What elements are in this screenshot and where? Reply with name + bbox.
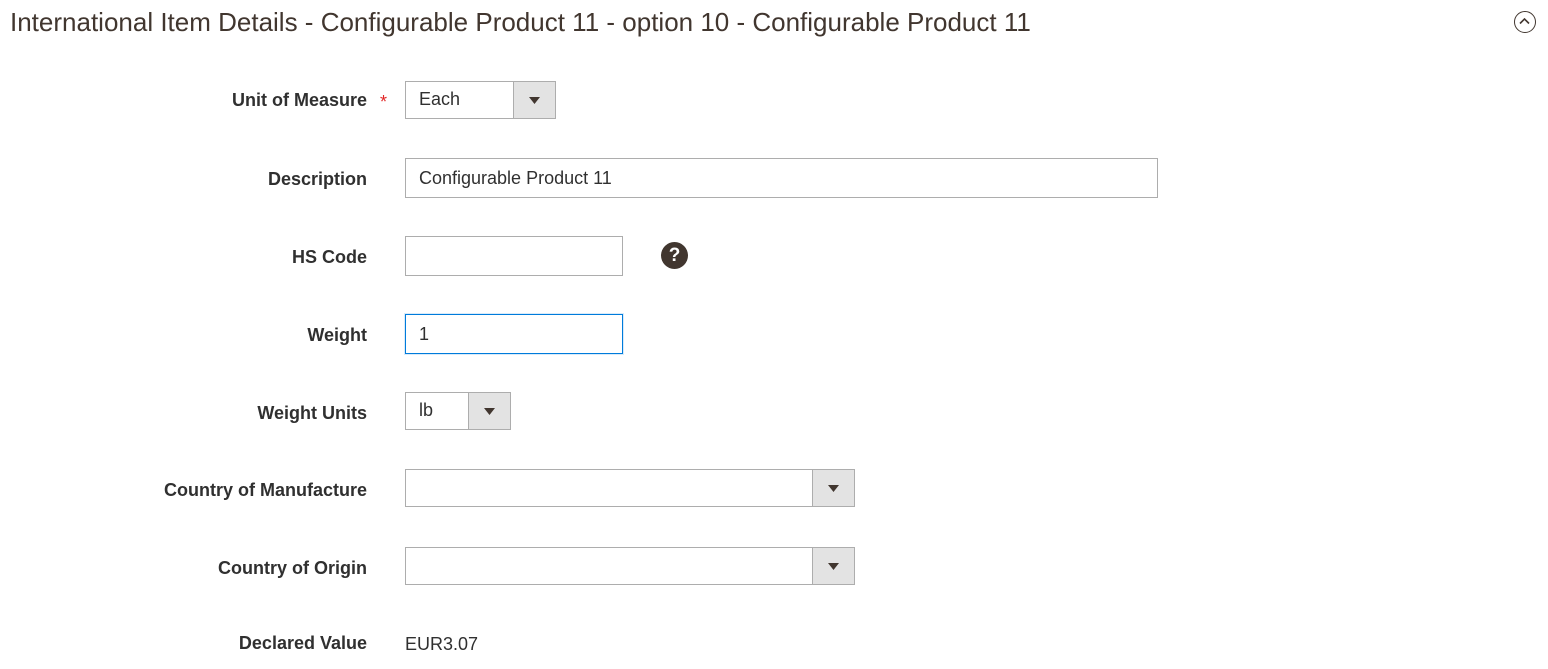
dropdown-arrow-button[interactable] [812, 548, 854, 584]
description-label: Description [267, 169, 367, 189]
caret-down-icon [529, 97, 540, 104]
country-of-manufacture-select[interactable] [405, 469, 855, 507]
unit-of-measure-value: Each [419, 89, 461, 109]
weight-label: Weight [307, 325, 367, 345]
hs-code-input[interactable] [405, 236, 623, 276]
country-of-origin-label: Country of Origin [218, 558, 367, 578]
required-star: * [380, 92, 388, 112]
dropdown-arrow-button[interactable] [468, 393, 510, 429]
unit-of-measure-select[interactable]: Each [405, 81, 556, 119]
caret-down-icon [828, 485, 839, 492]
hs-code-label: HS Code [291, 247, 367, 267]
caret-down-icon [828, 563, 839, 570]
caret-down-icon [484, 408, 495, 415]
question-mark-icon[interactable]: ? [661, 242, 688, 269]
country-of-origin-row: Country of Origin [0, 547, 1548, 587]
declared-value-amount: EUR3.07 [405, 634, 479, 654]
declared-value-label: Declared Value [238, 633, 367, 653]
weight-row: Weight [0, 314, 1548, 354]
weight-units-select[interactable]: lb [405, 392, 511, 430]
description-input[interactable] [405, 158, 1158, 198]
unit-of-measure-row: Unit of Measure * Each [0, 80, 1548, 120]
weight-units-label: Weight Units [257, 403, 367, 423]
hs-code-row: HS Code ? [0, 236, 1548, 276]
unit-of-measure-label: Unit of Measure [231, 90, 367, 110]
chevron-up-icon [1519, 17, 1530, 25]
description-row: Description [0, 158, 1548, 198]
country-of-manufacture-label: Country of Manufacture [163, 480, 367, 500]
weight-units-row: Weight Units lb [0, 392, 1548, 432]
declared-value-row: Declared Value EUR3.07 [0, 625, 1548, 665]
weight-units-value: lb [419, 400, 434, 420]
weight-input[interactable] [405, 314, 623, 354]
dropdown-arrow-button[interactable] [812, 470, 854, 506]
collapse-section-button[interactable] [1514, 11, 1536, 33]
dropdown-arrow-button[interactable] [513, 82, 555, 118]
section-title: International Item Details - Configurabl… [10, 7, 1031, 37]
section-header: International Item Details - Configurabl… [0, 0, 1548, 46]
country-of-manufacture-row: Country of Manufacture [0, 469, 1548, 509]
country-of-origin-select[interactable] [405, 547, 855, 585]
